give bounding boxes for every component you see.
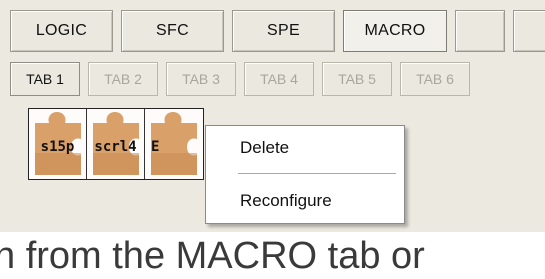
blank-button-2[interactable]: [513, 10, 545, 52]
tab-3[interactable]: TAB 3: [166, 62, 236, 96]
spe-button[interactable]: SPE: [232, 10, 335, 52]
macro-tab-strip: TAB 1 TAB 2 TAB 3 TAB 4 TAB 5 TAB 6: [10, 62, 478, 96]
macro-button[interactable]: MACRO: [343, 10, 447, 52]
tab-5[interactable]: TAB 5: [322, 62, 392, 96]
macro-tile-label: scrl4: [94, 139, 137, 155]
reconfigure-menu-item[interactable]: Reconfigure: [206, 183, 404, 219]
delete-menu-item[interactable]: Delete: [206, 130, 404, 166]
macro-tile-s15p[interactable]: s15p: [29, 109, 87, 179]
menu-separator: [238, 173, 396, 175]
macro-tile-e[interactable]: E: [145, 109, 203, 179]
macro-tile-label: s15p: [40, 139, 75, 155]
sfc-button[interactable]: SFC: [121, 10, 224, 52]
blank-button-1[interactable]: [455, 10, 505, 52]
tab-1[interactable]: TAB 1: [10, 62, 80, 96]
tab-6[interactable]: TAB 6: [400, 62, 470, 96]
category-toolbar: LOGIC SFC SPE MACRO: [10, 10, 545, 52]
caption-text: n from the MACRO tab or: [0, 234, 545, 279]
macro-editor-panel: LOGIC SFC SPE MACRO TAB 1 TAB 2 TAB 3 TA…: [0, 0, 545, 232]
tab-2[interactable]: TAB 2: [88, 62, 158, 96]
context-menu: Delete Reconfigure: [205, 125, 405, 224]
logic-button[interactable]: LOGIC: [10, 10, 113, 52]
caption-inner: n from the MACRO tab or: [0, 235, 425, 277]
macro-tile-label: E: [151, 139, 160, 155]
macro-tile-scrl4[interactable]: scrl4: [87, 109, 145, 179]
macro-tile-list: s15p scrl4 E: [28, 108, 204, 180]
tab-4[interactable]: TAB 4: [244, 62, 314, 96]
